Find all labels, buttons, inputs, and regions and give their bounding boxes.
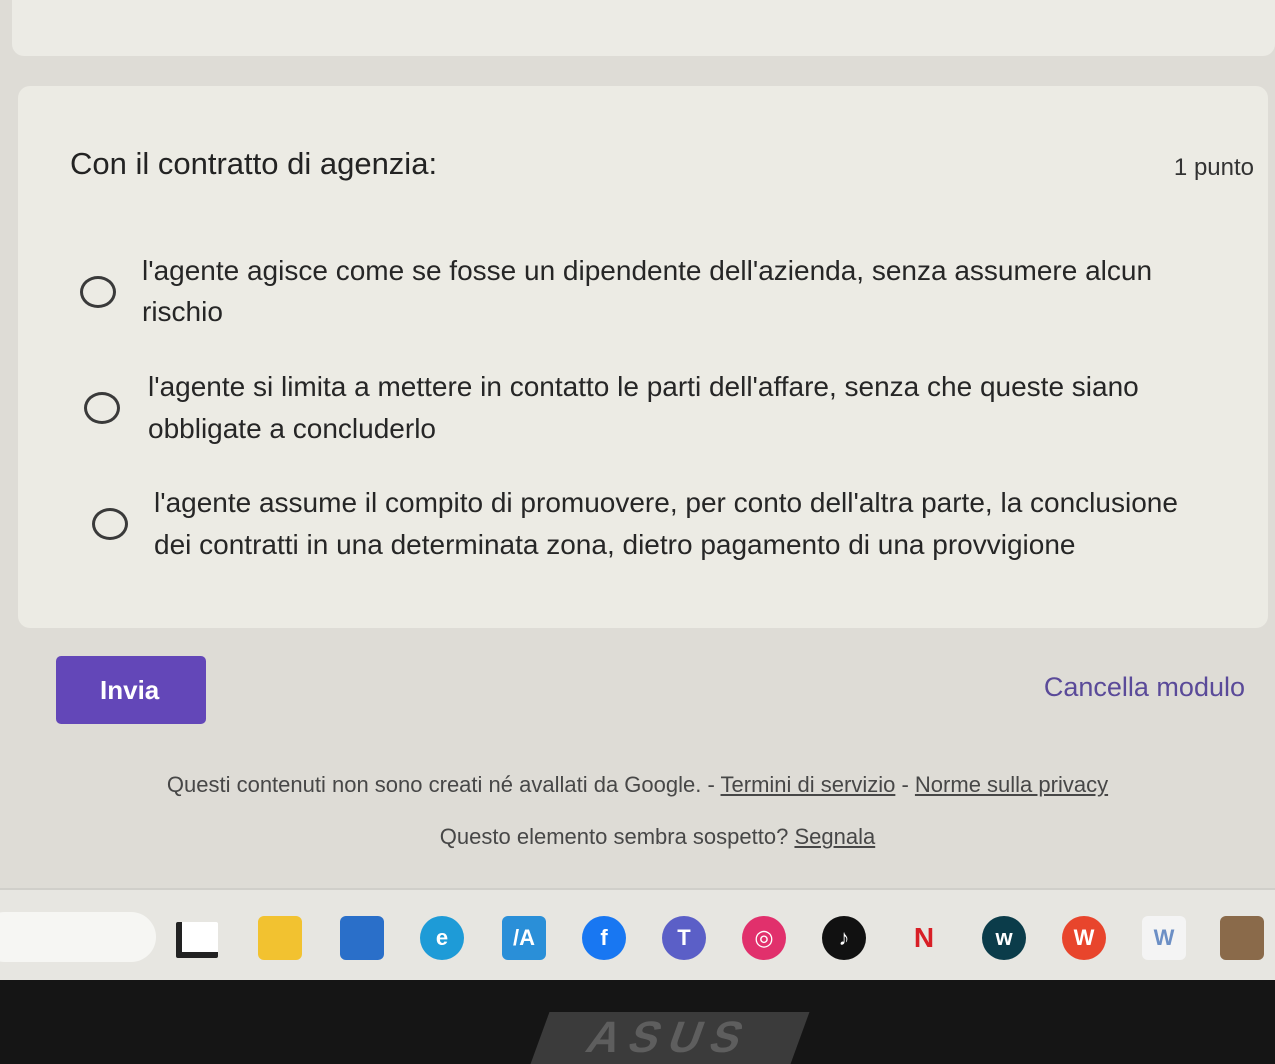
footer-disclaimer: Questi contenuti non sono creati né aval…: [0, 772, 1275, 798]
terms-link[interactable]: Termini di servizio: [721, 772, 896, 797]
option-label-1-line1: l'agente agisce come se fosse un dipende…: [142, 255, 1153, 286]
option-2[interactable]: l'agente si limita a mettere in contatto…: [18, 364, 1218, 454]
clear-form-link[interactable]: Cancella modulo: [1044, 672, 1245, 703]
start-icon[interactable]: [176, 922, 218, 958]
report-link[interactable]: Segnala: [794, 824, 875, 849]
taskbar-search[interactable]: [0, 912, 156, 962]
disclaimer-text: Questi contenuti non sono creati né aval…: [166, 772, 715, 797]
question-card: Con il contratto di agenzia: 1 punto l'a…: [18, 86, 1268, 628]
footer-separator: -: [901, 772, 909, 797]
app-ma-icon[interactable]: /A: [502, 916, 546, 960]
tiktok-icon[interactable]: ♪: [822, 916, 866, 960]
option-3[interactable]: l'agente assume il compito di promuovere…: [18, 480, 1218, 570]
question-title: Con il contratto di agenzia:: [70, 146, 438, 181]
option-1[interactable]: l'agente agisce come se fosse un dipende…: [18, 246, 1218, 336]
brand-text: ASUS: [580, 1013, 761, 1062]
file-explorer-icon[interactable]: [258, 916, 302, 960]
radio-button[interactable]: [84, 392, 120, 424]
instagram-icon[interactable]: ◎: [742, 916, 786, 960]
brand-logo: ASUS: [530, 1012, 810, 1064]
whiteboard-icon[interactable]: W: [1142, 916, 1186, 960]
option-label-1-line2: rischio: [142, 296, 223, 327]
facebook-icon[interactable]: f: [582, 916, 626, 960]
radio-button[interactable]: [92, 508, 128, 540]
option-label-2-line2: obbligate a concluderlo: [148, 413, 436, 444]
previous-card: [12, 0, 1275, 56]
teams-icon[interactable]: T: [662, 916, 706, 960]
privacy-link[interactable]: Norme sulla privacy: [915, 772, 1108, 797]
edge-icon[interactable]: e: [420, 916, 464, 960]
taskbar: e/A f T ◎ ♪ Nw W W: [0, 888, 1275, 982]
option-label-3-line2: dei contratti in una determinata zona, d…: [154, 529, 1076, 560]
footer-report: Questo elemento sembra sospetto? Segnala: [20, 824, 1275, 850]
question-points: 1 punto: [1173, 154, 1254, 181]
netflix-icon[interactable]: N: [902, 916, 946, 960]
watchparty-icon[interactable]: w: [982, 916, 1026, 960]
report-question: Questo elemento sembra sospetto?: [439, 824, 789, 849]
submit-button[interactable]: Invia: [56, 656, 206, 724]
option-label-2-line1: l'agente si limita a mettere in contatto…: [148, 371, 1139, 402]
option-label-3-line1: l'agente assume il compito di promuovere…: [154, 487, 1178, 518]
game-icon[interactable]: [1220, 916, 1264, 960]
radio-button[interactable]: [80, 276, 116, 308]
wps-office-icon[interactable]: W: [1062, 916, 1106, 960]
microsoft-store-icon[interactable]: [340, 916, 384, 960]
